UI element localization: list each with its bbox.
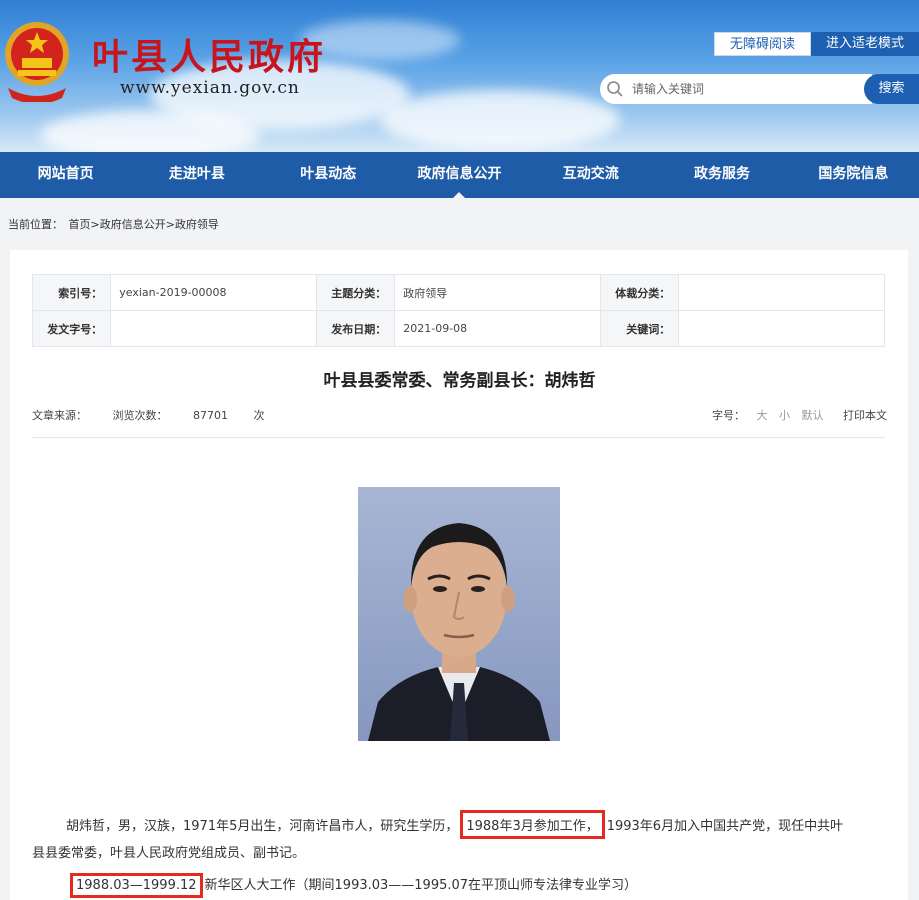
- bio-paragraph-1: 胡炜哲，男，汉族，1971年5月出生，河南许昌市人，研究生学历， 1988年3月参…: [66, 810, 843, 839]
- topic-label: 主题分类：: [315, 274, 396, 311]
- source-label: 文章来源：: [32, 409, 87, 422]
- divider: [32, 437, 885, 438]
- views-count: 87701: [193, 409, 228, 422]
- index-value: yexian-2019-00008: [110, 274, 317, 311]
- font-size-label: 字号：: [712, 409, 745, 422]
- topic-value: 政府领导: [394, 274, 601, 311]
- nav-state-council[interactable]: 国务院信息: [788, 152, 919, 198]
- article-tools: 字号： 大 小 默认 打印本文: [704, 407, 887, 423]
- highlight-period: 1988.03—1999.12: [70, 873, 203, 898]
- breadcrumb-path[interactable]: 首页>政府信息公开>政府领导: [69, 218, 219, 231]
- print-button[interactable]: 打印本文: [843, 409, 887, 422]
- bio-paragraph-2: 县县委常委，叶县人民政府党组成员、副书记。: [32, 846, 306, 861]
- article-meta: 文章来源： 浏览次数： 87701 次: [32, 407, 287, 423]
- nav-home[interactable]: 网站首页: [0, 152, 131, 198]
- font-default-button[interactable]: 默认: [802, 409, 824, 422]
- search-button[interactable]: 搜索: [864, 74, 919, 104]
- genre-value: [678, 274, 885, 311]
- elder-mode-button[interactable]: 进入适老模式: [811, 32, 919, 56]
- metadata-table: 索引号： yexian-2019-00008 主题分类： 政府领导 体裁分类： …: [31, 274, 885, 347]
- bio-paragraph-3: 1988.03—1999.12 新华区人大工作（期间1993.03——1995.0…: [70, 873, 638, 898]
- views-unit: 次: [253, 409, 265, 422]
- keyword-value: [678, 310, 885, 347]
- date-value: 2021-09-08: [394, 310, 601, 347]
- site-header: 叶县人民政府 www.yexian.gov.cn 无障碍阅读 进入适老模式 搜索: [0, 0, 919, 152]
- national-emblem-icon: [5, 22, 69, 102]
- nav-interaction[interactable]: 互动交流: [525, 152, 656, 198]
- search-icon: [607, 81, 623, 97]
- docno-label: 发文字号：: [31, 310, 112, 347]
- breadcrumb-prefix: 当前位置：: [8, 218, 63, 231]
- date-label: 发布日期：: [315, 310, 396, 347]
- keyword-label: 关键词：: [599, 310, 680, 347]
- portrait-photo: [358, 487, 560, 741]
- nav-services[interactable]: 政务服务: [656, 152, 787, 198]
- bio-text-1b: 1993年6月加入中国共产党，现任中共叶: [606, 819, 844, 834]
- nav-news[interactable]: 叶县动态: [263, 152, 394, 198]
- nav-gov-info[interactable]: 政府信息公开: [394, 152, 525, 198]
- docno-value: [110, 310, 317, 347]
- accessibility-button[interactable]: 无障碍阅读: [714, 32, 811, 56]
- breadcrumb: 当前位置： 首页>政府信息公开>政府领导: [8, 216, 221, 232]
- bio-text-3b: 新华区人大工作（期间1993.03——1995.07在平顶山师专法律专业学习）: [204, 878, 638, 893]
- site-title: 叶县人民政府: [92, 36, 327, 78]
- font-small-button[interactable]: 小: [779, 409, 790, 422]
- font-large-button[interactable]: 大: [757, 409, 768, 422]
- site-url: www.yexian.gov.cn: [120, 78, 300, 98]
- views-label: 浏览次数：: [112, 409, 168, 422]
- nav-about[interactable]: 走进叶县: [131, 152, 262, 198]
- highlight-join-work: 1988年3月参加工作，: [460, 810, 605, 839]
- main-nav: 网站首页 走进叶县 叶县动态 政府信息公开 互动交流 政务服务 国务院信息: [0, 152, 919, 198]
- bio-text-1a: 胡炜哲，男，汉族，1971年5月出生，河南许昌市人，研究生学历，: [66, 819, 459, 834]
- search-input[interactable]: [632, 77, 857, 101]
- index-label: 索引号：: [31, 274, 112, 311]
- article-title: 叶县县委常委、常务副县长：胡炜哲: [323, 371, 596, 391]
- genre-label: 体裁分类：: [599, 274, 680, 311]
